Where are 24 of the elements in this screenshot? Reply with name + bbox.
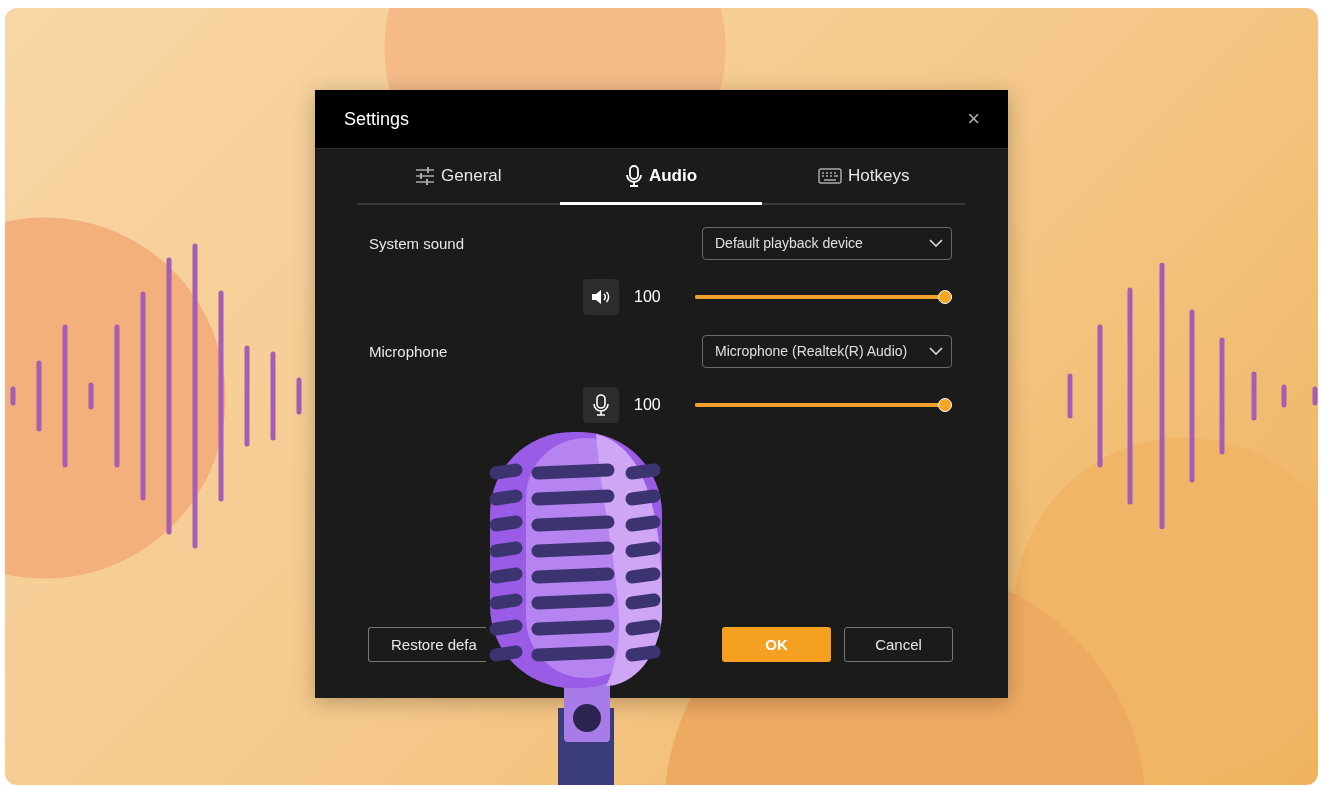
sliders-icon: [415, 165, 436, 186]
tab[interactable]: Hotkeys: [762, 149, 965, 205]
volume-value: 100: [633, 288, 662, 306]
volume-value: 100: [633, 396, 662, 414]
setting-label: System sound: [369, 234, 465, 252]
keyboard-icon: [817, 166, 842, 185]
setting-label: Microphone: [369, 342, 448, 360]
slider-thumb[interactable]: [938, 398, 952, 412]
restore-button[interactable]: Restore defa: [368, 627, 486, 662]
mute-button[interactable]: [583, 387, 619, 423]
chevron-down-icon: [929, 347, 943, 355]
microphone-icon: [624, 164, 643, 187]
window-title: Settings: [344, 108, 410, 130]
tab[interactable]: General: [357, 149, 560, 205]
microphone-icon: [593, 394, 609, 416]
cancel-button[interactable]: Cancel: [844, 627, 953, 662]
speaker-icon: [591, 289, 611, 305]
device-dropdown[interactable]: Default playback device: [702, 226, 952, 260]
chevron-down-icon: [929, 239, 943, 247]
tab[interactable]: Audio: [559, 149, 763, 205]
device-dropdown[interactable]: Microphone (Realtek(R) Audio): [702, 334, 952, 368]
mute-button[interactable]: [583, 279, 619, 315]
close-button[interactable]: ×: [961, 106, 986, 132]
slider-thumb[interactable]: [938, 290, 952, 304]
